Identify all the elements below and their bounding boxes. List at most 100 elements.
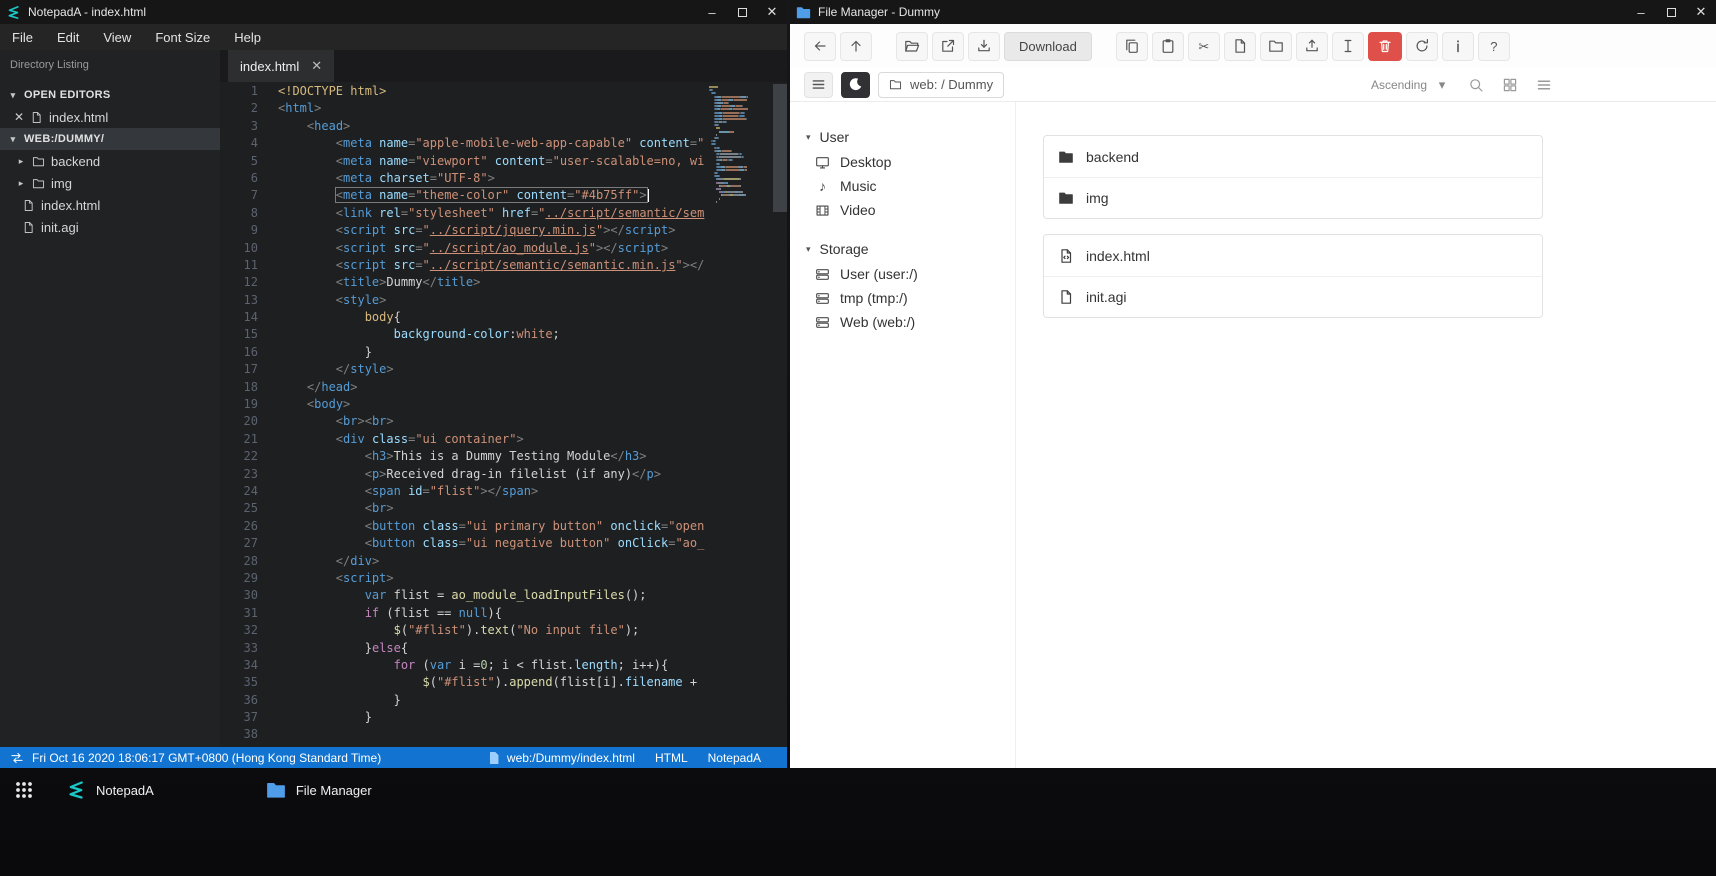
help-button[interactable]: ?	[1477, 31, 1510, 61]
line-text: <meta name="viewport" content="user-scal…	[335, 153, 705, 168]
tab-close-icon[interactable]: ✕	[311, 58, 322, 74]
statusbar-filepath[interactable]: web:/Dummy/index.html	[507, 751, 635, 765]
tree-item-label: init.agi	[41, 219, 79, 235]
close-button[interactable]: ✕	[757, 0, 787, 24]
rename-button[interactable]	[1331, 31, 1364, 61]
section-label: OPEN EDITORS	[24, 89, 111, 101]
line-text: <meta name="theme-color" content="#4b75f…	[278, 187, 649, 204]
file-icon	[487, 751, 501, 765]
line-number: 2	[250, 101, 258, 116]
download-button[interactable]: Download	[1004, 31, 1092, 61]
folder-icon	[32, 177, 45, 190]
close-icon[interactable]: ✕	[14, 111, 24, 123]
tree-item-backend[interactable]: ▸ backend	[0, 150, 220, 172]
open-in-new-button[interactable]	[932, 31, 964, 61]
tree-item-index-html[interactable]: index.html	[0, 194, 220, 216]
minimap[interactable]	[709, 86, 771, 207]
open-button[interactable]	[896, 31, 928, 61]
line-text: if (flist == null){	[364, 605, 502, 620]
line-text: var flist = ao_module_loadInputFiles();	[364, 588, 647, 603]
new-file-icon	[1232, 38, 1248, 54]
line-number: 12	[243, 275, 258, 290]
paste-button[interactable]	[1151, 31, 1184, 61]
code-line: 18 </head>	[220, 379, 707, 396]
sync-icon[interactable]	[10, 751, 24, 765]
menu-help[interactable]: Help	[222, 24, 273, 50]
taskbar-item-file-manager[interactable]: File Manager	[258, 777, 380, 803]
line-text: <br>	[364, 501, 394, 516]
line-text: </style>	[335, 362, 394, 377]
code-line: 12 <title>Dummy</title>	[220, 274, 707, 291]
file-name: init.agi	[1086, 289, 1127, 305]
search-button[interactable]	[1468, 77, 1484, 93]
sidebar-section-user[interactable]: ▾ User	[790, 124, 1015, 150]
search-icon	[1468, 77, 1484, 93]
refresh-button[interactable]	[1405, 31, 1438, 61]
new-folder-button[interactable]	[1259, 31, 1292, 61]
taskbar-label: File Manager	[295, 782, 372, 798]
new-file-button[interactable]	[1223, 31, 1256, 61]
tree-item-init-agi[interactable]: init.agi	[0, 216, 220, 238]
maximize-button[interactable]	[727, 0, 757, 24]
line-number: 33	[243, 640, 258, 655]
close-button[interactable]: ✕	[1686, 0, 1716, 24]
sidebar-item-desktop[interactable]: Desktop	[790, 150, 1015, 174]
scrollbar-thumb[interactable]	[773, 84, 787, 212]
sidebar-item-user-user[interactable]: User (user:/)	[790, 262, 1015, 286]
sidebar-item-label: tmp (tmp:/)	[840, 290, 908, 306]
delete-button[interactable]	[1367, 31, 1402, 61]
up-button[interactable]	[840, 31, 872, 61]
sidebar-section-storage[interactable]: ▾ Storage	[790, 236, 1015, 262]
sort-dropdown[interactable]: Ascending ▾	[1371, 77, 1450, 93]
editor-scrollbar[interactable]	[773, 82, 787, 747]
info-button[interactable]	[1441, 31, 1474, 61]
list-view-button[interactable]	[1536, 77, 1552, 93]
menu-edit[interactable]: Edit	[45, 24, 91, 50]
file-row-index-html[interactable]: index.html	[1044, 235, 1542, 276]
code-line: 5 <meta name="viewport" content="user-sc…	[220, 153, 707, 170]
tree-section-open-editors[interactable]: ▾ OPEN EDITORS	[0, 84, 220, 106]
sidebar-item-music[interactable]: ♪ Music	[790, 174, 1015, 198]
code-line: 10 <script src="../script/ao_module.js">…	[220, 240, 707, 257]
taskbar-item-notepada[interactable]: NotepadA	[58, 777, 162, 803]
tab-index-html[interactable]: index.html ✕	[228, 50, 335, 82]
minimize-button[interactable]: –	[697, 0, 727, 24]
statusbar-language[interactable]: HTML	[655, 751, 688, 765]
code-area[interactable]: 1 <!DOCTYPE html> 2 <html> 3 <head> 4 <meta n…	[220, 82, 787, 747]
menu-view[interactable]: View	[91, 24, 143, 50]
maximize-icon	[737, 7, 747, 17]
sidebar-item-video[interactable]: Video	[790, 198, 1015, 222]
file-row-backend[interactable]: backend	[1044, 136, 1542, 177]
tree-item-index-html[interactable]: ✕ index.html	[0, 106, 220, 128]
menu-file[interactable]: File	[0, 24, 45, 50]
download-icon-button-button[interactable]	[968, 31, 1000, 61]
file-row-img[interactable]: img	[1044, 177, 1542, 218]
back-button[interactable]	[804, 31, 836, 61]
grid-view-button[interactable]	[1502, 77, 1518, 93]
section-label: Storage	[819, 241, 869, 257]
menu-button[interactable]	[804, 71, 833, 98]
sidebar-item-web-web[interactable]: Web (web:/)	[790, 310, 1015, 334]
line-text: }else{	[364, 640, 409, 655]
tree-item-img[interactable]: ▸ img	[0, 172, 220, 194]
sidebar-item-tmp-tmp[interactable]: tmp (tmp:/)	[790, 286, 1015, 310]
folder-open-icon	[904, 38, 920, 54]
notepada-logo-icon	[6, 5, 21, 20]
moon-icon	[848, 77, 863, 92]
line-text: <style>	[335, 292, 387, 307]
path-breadcrumb[interactable]: web: / Dummy	[878, 71, 1005, 98]
copy-button[interactable]	[1115, 31, 1148, 61]
taskbar-item-apps[interactable]	[6, 777, 42, 803]
tree-section-web-dummy[interactable]: ▾ WEB:/DUMMY/	[0, 128, 220, 150]
file-row-init-agi[interactable]: init.agi	[1044, 276, 1542, 317]
maximize-button[interactable]	[1656, 0, 1686, 24]
download-icon	[976, 38, 992, 54]
minimize-button[interactable]: –	[1626, 0, 1656, 24]
drive-icon	[815, 291, 830, 306]
file-icon	[22, 199, 35, 212]
dark-mode-button[interactable]	[841, 71, 870, 98]
code-line: 34 for (var i =0; i < flist.length; i++)…	[220, 657, 707, 674]
upload-button[interactable]	[1295, 31, 1328, 61]
cut-button[interactable]: ✂	[1187, 31, 1220, 61]
menu-font-size[interactable]: Font Size	[143, 24, 222, 50]
